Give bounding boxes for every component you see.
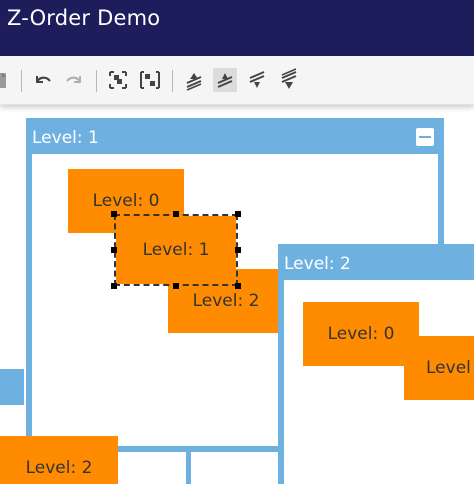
collapse-icon[interactable] (416, 128, 434, 146)
undo-icon[interactable] (31, 68, 55, 92)
redo-icon[interactable] (62, 68, 86, 92)
node-label: Level: 0 (327, 324, 395, 344)
toolbar-separator (96, 70, 97, 92)
container-header[interactable]: Level: 1 (32, 124, 438, 154)
resize-handle[interactable] (173, 283, 179, 289)
ungroup-icon[interactable] (138, 68, 162, 92)
toolbar (0, 56, 474, 105)
window-title: Z-Order Demo (7, 6, 161, 30)
container-label: Level: 2 (284, 254, 351, 274)
group-icon[interactable] (106, 68, 130, 92)
resize-handle[interactable] (111, 247, 117, 253)
resize-handle[interactable] (173, 211, 179, 217)
node-level-partial[interactable]: Level (404, 336, 474, 400)
resize-handle[interactable] (111, 283, 117, 289)
node-label: Level (426, 358, 471, 378)
container-header[interactable]: Level: 2 (284, 250, 474, 280)
resize-handle[interactable] (235, 283, 241, 289)
offscreen-container-edge[interactable] (186, 452, 191, 484)
toolbar-separator (172, 70, 173, 92)
selection-frame[interactable] (114, 214, 238, 286)
title-bar: Z-Order Demo (0, 0, 474, 56)
node-label: Level: 2 (192, 291, 260, 311)
node-label: Level: 2 (25, 458, 93, 478)
node-label: Level: 0 (92, 191, 160, 211)
offscreen-container-edge[interactable] (0, 369, 24, 405)
resize-handle[interactable] (235, 247, 241, 253)
resize-handle[interactable] (235, 211, 241, 217)
toolbar-separator (21, 70, 22, 92)
send-backward-icon[interactable] (245, 68, 269, 92)
bring-forward-icon[interactable] (213, 68, 237, 92)
resize-handle[interactable] (111, 211, 117, 217)
node-level-0[interactable]: Level: 0 (303, 302, 419, 366)
bring-to-front-icon[interactable] (182, 68, 206, 92)
container-label: Level: 1 (32, 128, 99, 148)
paste-icon[interactable] (0, 68, 12, 92)
diagram-canvas[interactable]: Level: 1 Level: 0 Level: 2 Level: 1 Leve… (0, 105, 474, 484)
node-level-2[interactable]: Level: 2 (0, 436, 118, 484)
send-to-back-icon[interactable] (277, 68, 301, 92)
